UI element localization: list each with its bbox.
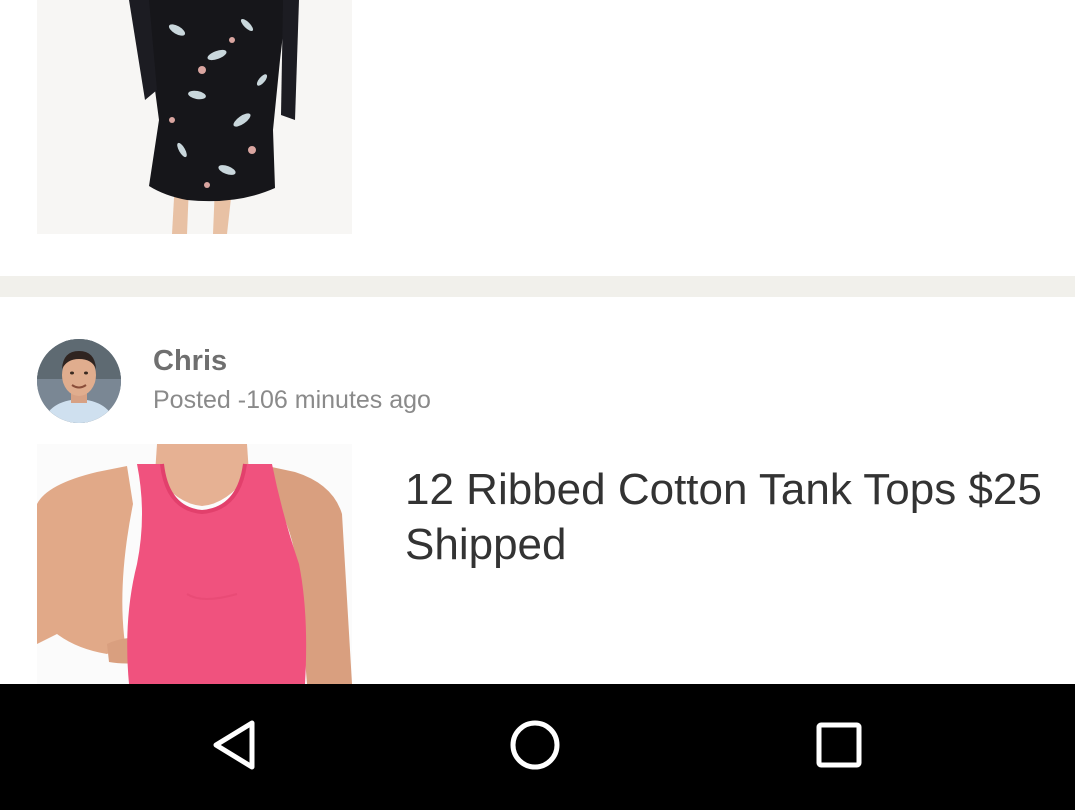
floral-dress-image[interactable] xyxy=(37,0,352,234)
pink-tank-top-image[interactable] xyxy=(37,444,352,684)
recents-button[interactable] xyxy=(809,720,869,774)
deal-post-card[interactable]: Chris Posted -106 minutes ago 12 Ribbed … xyxy=(0,297,1075,684)
home-button[interactable] xyxy=(505,720,565,774)
previous-post-card[interactable] xyxy=(0,0,1075,276)
post-timestamp: Posted -106 minutes ago xyxy=(153,386,431,414)
back-triangle-icon xyxy=(210,719,256,776)
screen: Chris Posted -106 minutes ago 12 Ribbed … xyxy=(0,0,1075,810)
post-author-name[interactable]: Chris xyxy=(153,345,227,377)
recents-square-icon xyxy=(815,721,863,774)
feed-divider xyxy=(0,276,1075,297)
post-title[interactable]: 12 Ribbed Cotton Tank Tops $25 Shipped xyxy=(405,462,1045,572)
system-navigation-bar xyxy=(0,684,1075,810)
man-portrait-avatar[interactable] xyxy=(37,339,121,423)
back-button[interactable] xyxy=(203,720,263,774)
home-circle-icon xyxy=(508,718,562,777)
